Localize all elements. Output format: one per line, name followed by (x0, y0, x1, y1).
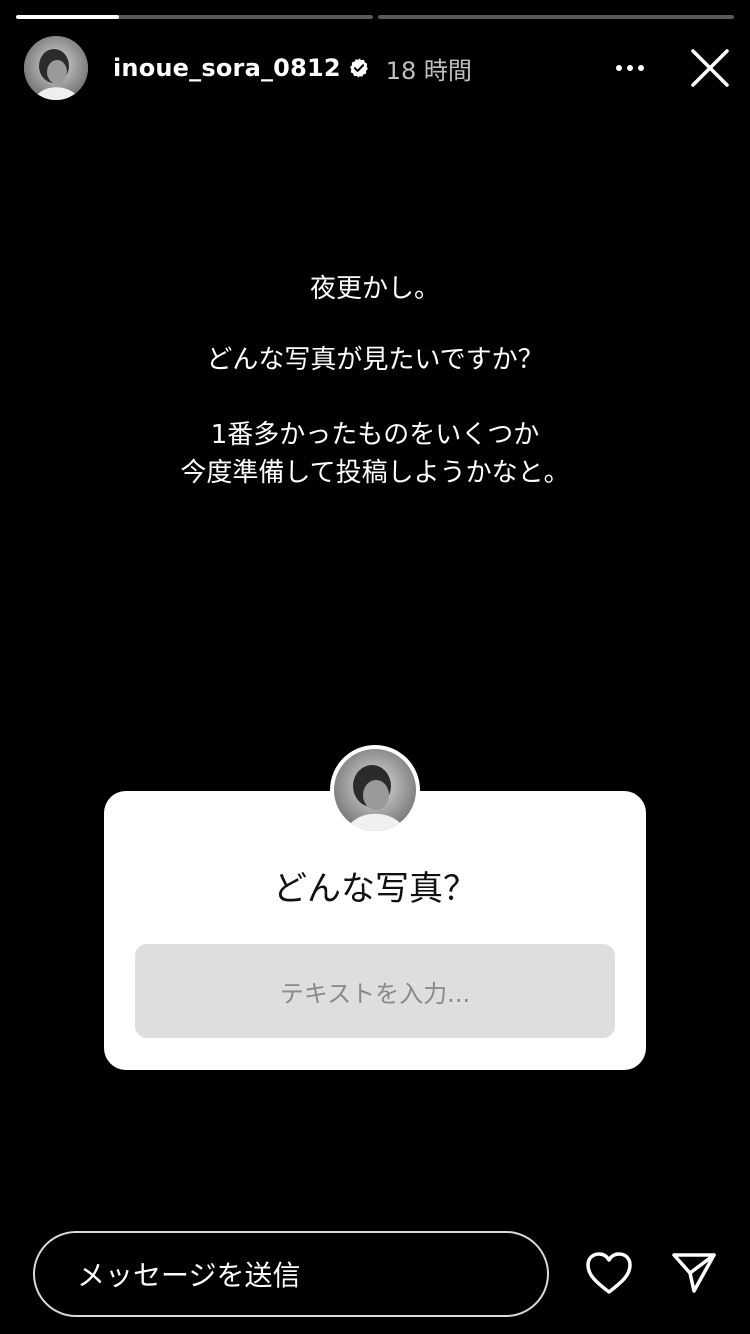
username[interactable]: inoue_sora_0812 (113, 54, 341, 82)
close-icon[interactable] (688, 46, 732, 90)
story-text-line: どんな写真が見たいですか？ (206, 345, 544, 375)
story-text-line: 1番多かったものをいくつか (210, 420, 540, 450)
story-text-block-3: 1番多かったものをいくつか 今度準備して投稿しようかなと。 (0, 416, 750, 492)
message-placeholder: メッセージを送信 (77, 1259, 301, 1292)
post-timestamp: 18 時間 (385, 56, 472, 85)
story-text-line: 今度準備して投稿しようかなと。 (180, 458, 570, 488)
progress-fill-1 (16, 15, 120, 19)
sticker-avatar-photo (334, 749, 416, 831)
verified-badge-icon (348, 57, 370, 79)
message-input[interactable]: メッセージを送信 (33, 1231, 549, 1317)
progress-segment-1 (16, 15, 373, 19)
profile-avatar[interactable] (24, 36, 88, 100)
sticker-question: どんな写真？ (273, 869, 477, 909)
sticker-answer-input[interactable]: テキストを入力... (135, 944, 615, 1038)
more-horizontal-icon[interactable] (610, 54, 650, 82)
story-progress (16, 15, 734, 19)
heart-icon[interactable] (584, 1250, 634, 1296)
send-icon[interactable] (670, 1251, 718, 1295)
story-text-block-1: 夜更かし。 (0, 270, 750, 308)
story-text-line: 夜更かし。 (309, 274, 440, 304)
progress-segment-2 (377, 15, 734, 19)
story-header: inoue_sora_0812 18 時間 (24, 36, 734, 100)
story-text-block-2: どんな写真が見たいですか？ (0, 341, 750, 379)
sticker-avatar (330, 745, 420, 835)
avatar-photo (24, 36, 88, 100)
